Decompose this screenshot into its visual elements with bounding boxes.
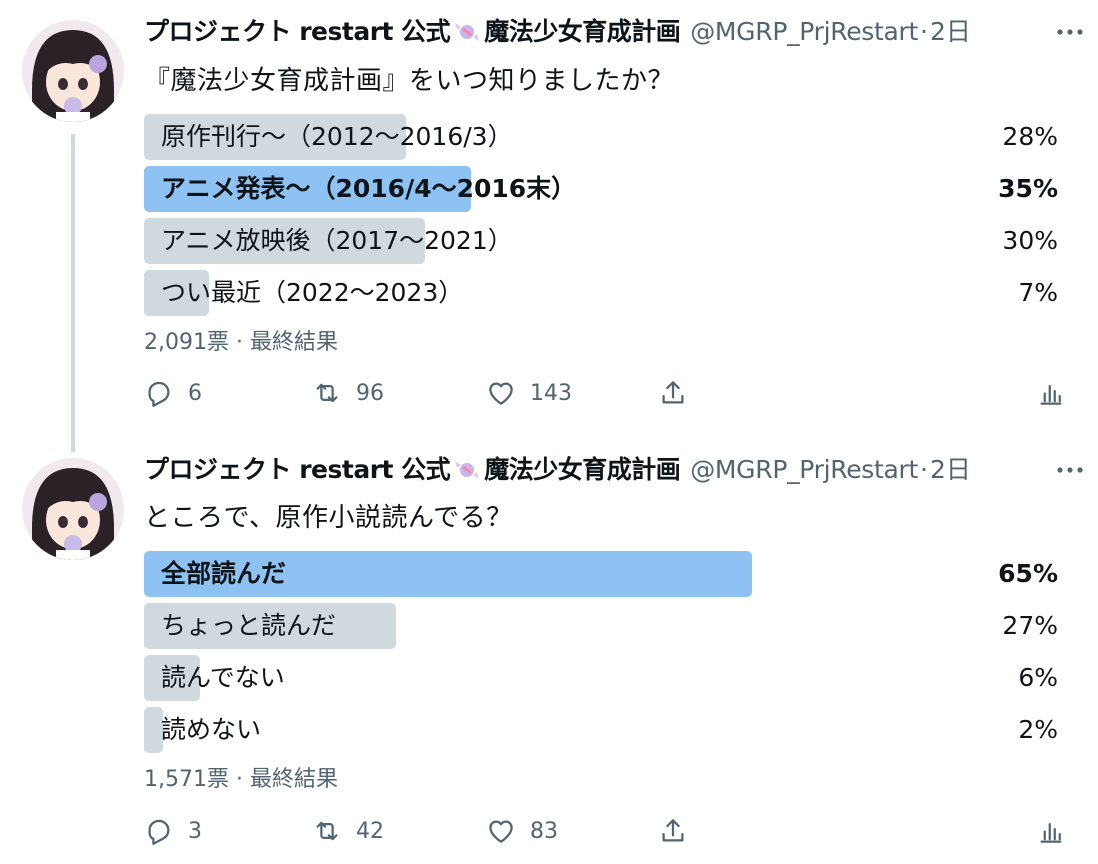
poll-option-percent: 7% (1018, 278, 1058, 307)
poll-option-label: ちょっと読んだ (161, 611, 337, 640)
poll-option-winner: アニメ発表〜（2016/4〜2016末） 35% (144, 166, 1060, 212)
poll-option-percent: 30% (1002, 226, 1058, 255)
poll-option: 原作刊行〜（2012〜2016/3） 28% (144, 114, 1060, 160)
retweet-icon (316, 383, 338, 403)
more-icon[interactable] (1052, 16, 1088, 48)
poll-question: ところで、原作小説読んでる？ (144, 503, 513, 533)
vote-count: 2,091票 (144, 330, 229, 355)
poll-question: 『魔法少女育成計画』をいつ知りましたか？ (144, 66, 675, 96)
retweet-icon (316, 821, 338, 841)
action-bar: 3 42 83 (140, 811, 1080, 851)
retweet-button[interactable]: 96 (312, 373, 384, 413)
author-name[interactable]: プロジェクト restart 公式 (144, 16, 451, 48)
retweet-button[interactable]: 42 (312, 811, 384, 851)
poll-meta: 1,571票 · 最終結果 (144, 761, 338, 793)
poll-option-label: 全部読んだ (161, 559, 287, 588)
like-count: 83 (530, 818, 558, 844)
tweet-header: プロジェクト restart 公式 魔法少女育成計画 @MGRP_PrjRest… (144, 454, 971, 486)
candy-icon (452, 17, 482, 47)
timestamp[interactable]: 2日 (930, 454, 971, 486)
author-name-suffix[interactable]: 魔法少女育成計画 (484, 454, 681, 486)
poll-option: つい最近（2022〜2023） 7% (144, 270, 1060, 316)
poll-option-label: アニメ発表〜（2016/4〜2016末） (161, 174, 577, 203)
poll-option-label: アニメ放映後（2017〜2021） (161, 226, 513, 255)
retweet-count: 42 (356, 818, 384, 844)
like-button[interactable]: 83 (486, 811, 558, 851)
separator-dot: · (920, 17, 928, 46)
poll-option-winner: 全部読んだ 65% (144, 551, 1060, 597)
poll-option-percent: 2% (1018, 715, 1058, 744)
author-name-suffix[interactable]: 魔法少女育成計画 (484, 16, 681, 48)
poll-status: · 最終結果 (235, 767, 338, 792)
reply-icon (148, 381, 170, 407)
poll-option-percent: 28% (1002, 122, 1058, 151)
thread-line (71, 134, 75, 452)
poll-option: ちょっと読んだ 27% (144, 603, 1060, 649)
poll-option-percent: 6% (1018, 663, 1058, 692)
author-name[interactable]: プロジェクト restart 公式 (144, 454, 451, 486)
avatar-image (22, 20, 124, 122)
share-button[interactable] (658, 373, 688, 413)
analytics-icon (1040, 385, 1062, 405)
poll-option: 読んでない 6% (144, 655, 1060, 701)
heart-icon (489, 382, 513, 405)
poll-meta: 2,091票 · 最終結果 (144, 324, 338, 356)
analytics-icon (1040, 823, 1062, 843)
poll-option: 読めない 2% (144, 707, 1060, 753)
vote-count: 1,571票 (144, 767, 229, 792)
author-handle[interactable]: @MGRP_PrjRestart (690, 16, 918, 48)
more-icon[interactable] (1052, 454, 1088, 486)
retweet-count: 96 (356, 380, 384, 406)
analytics-button[interactable] (1036, 373, 1066, 413)
poll-option-label: 原作刊行〜（2012〜2016/3） (161, 122, 513, 151)
poll-option: アニメ放映後（2017〜2021） 30% (144, 218, 1060, 264)
avatar[interactable] (22, 20, 124, 122)
like-button[interactable]: 143 (486, 373, 572, 413)
reply-icon (148, 819, 170, 845)
share-icon (662, 819, 684, 842)
poll-option-percent: 35% (998, 174, 1058, 203)
like-count: 143 (530, 380, 572, 406)
poll-option-label: 読めない (161, 715, 262, 744)
share-button[interactable] (658, 811, 688, 851)
reply-count: 3 (188, 818, 202, 844)
poll-option-label: 読んでない (161, 663, 285, 692)
analytics-button[interactable] (1036, 811, 1066, 851)
candy-icon (452, 455, 482, 485)
poll-option-percent: 65% (998, 559, 1058, 588)
share-icon (662, 381, 684, 404)
avatar-image (22, 458, 124, 560)
reply-count: 6 (188, 380, 202, 406)
poll-status: · 最終結果 (235, 330, 338, 355)
poll-option-label: つい最近（2022〜2023） (161, 278, 464, 307)
separator-dot: · (920, 455, 928, 484)
heart-icon (489, 820, 513, 843)
reply-button[interactable]: 6 (144, 373, 202, 413)
avatar[interactable] (22, 458, 124, 560)
action-bar: 6 96 143 (140, 373, 1080, 413)
author-handle[interactable]: @MGRP_PrjRestart (690, 454, 918, 486)
poll-option-percent: 27% (1002, 611, 1058, 640)
timestamp[interactable]: 2日 (930, 16, 971, 48)
reply-button[interactable]: 3 (144, 811, 202, 851)
tweet-header: プロジェクト restart 公式 魔法少女育成計画 @MGRP_PrjRest… (144, 16, 971, 48)
